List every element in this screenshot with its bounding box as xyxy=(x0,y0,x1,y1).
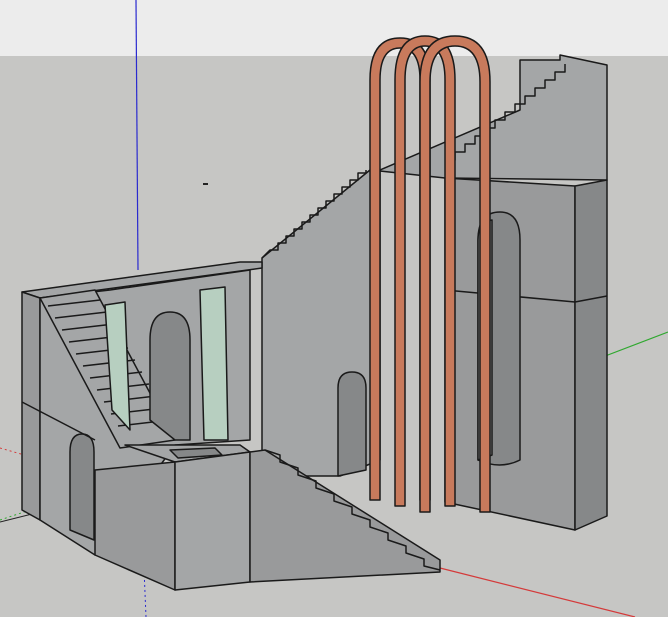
left-block-arch-opening[interactable] xyxy=(149,311,191,441)
left-arch-door[interactable] xyxy=(69,433,95,541)
sky xyxy=(0,0,668,56)
back-arch-door[interactable] xyxy=(337,371,367,477)
right-tower-side[interactable] xyxy=(574,179,608,531)
modeling-viewport[interactable] xyxy=(0,0,668,617)
front-block-side[interactable] xyxy=(174,451,251,591)
center-glass-panel xyxy=(199,286,229,441)
